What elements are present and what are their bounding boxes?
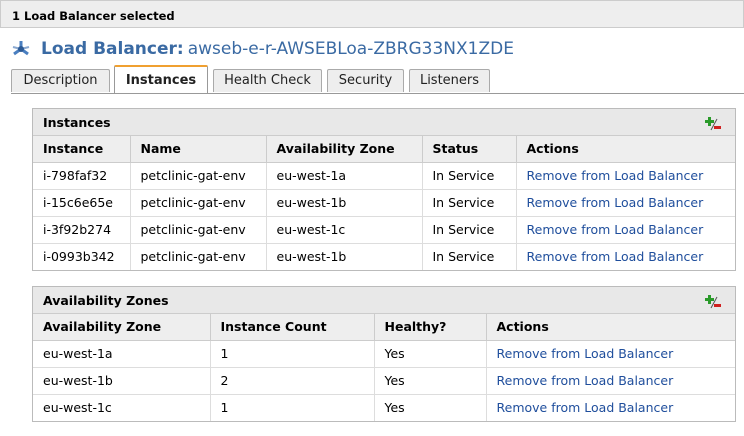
instance-zone: eu-west-1b bbox=[266, 243, 423, 270]
table-row: eu-west-1a 1 Yes Remove from Load Balanc… bbox=[33, 340, 735, 368]
instances-panel-header: Instances bbox=[33, 109, 735, 136]
column-header-healthy: Healthy? bbox=[374, 314, 487, 341]
column-header-availability-zone: Availability Zone bbox=[266, 136, 423, 163]
selection-text: 1 Load Balancer selected bbox=[12, 9, 175, 23]
zone-healthy: Yes bbox=[374, 340, 487, 368]
remove-zone-link[interactable]: Remove from Load Balancer bbox=[497, 400, 674, 415]
instance-zone: eu-west-1c bbox=[266, 216, 423, 244]
instances-panel-title: Instances bbox=[43, 115, 111, 130]
zones-table: Availability Zone Instance Count Healthy… bbox=[33, 314, 735, 421]
instance-name: petclinic-gat-env bbox=[130, 243, 267, 270]
instance-zone: eu-west-1b bbox=[266, 189, 423, 217]
column-header-instance-count: Instance Count bbox=[210, 314, 375, 341]
remove-zone-link[interactable]: Remove from Load Balancer bbox=[497, 373, 674, 388]
tab-description[interactable]: Description bbox=[11, 69, 110, 92]
load-balancer-name: awseb-e-r-AWSEBLoa-ZBRG33NX1ZDE bbox=[187, 39, 514, 59]
column-header-actions: Actions bbox=[486, 314, 735, 341]
load-balancer-icon bbox=[11, 39, 31, 59]
column-header-status: Status bbox=[422, 136, 517, 163]
zones-panel-header: Availability Zones bbox=[33, 287, 735, 314]
instance-status: In Service bbox=[422, 216, 517, 244]
remove-zone-link[interactable]: Remove from Load Balancer bbox=[497, 346, 674, 361]
instance-status: In Service bbox=[422, 162, 517, 190]
zone-healthy: Yes bbox=[374, 394, 487, 421]
zone-instance-count: 1 bbox=[210, 340, 375, 368]
zone-name: eu-west-1a bbox=[33, 340, 211, 368]
add-remove-icon[interactable] bbox=[705, 116, 721, 131]
column-header-name: Name bbox=[130, 136, 267, 163]
instance-status: In Service bbox=[422, 189, 517, 217]
column-header-instance: Instance bbox=[33, 136, 131, 163]
instance-status: In Service bbox=[422, 243, 517, 270]
remove-instance-link[interactable]: Remove from Load Balancer bbox=[527, 222, 704, 237]
instance-name: petclinic-gat-env bbox=[130, 162, 267, 190]
instance-zone: eu-west-1a bbox=[266, 162, 423, 190]
instance-name: petclinic-gat-env bbox=[130, 216, 267, 244]
tab-security[interactable]: Security bbox=[327, 69, 404, 92]
zone-name: eu-west-1c bbox=[33, 394, 211, 421]
zones-panel-title: Availability Zones bbox=[43, 293, 169, 308]
remove-instance-link[interactable]: Remove from Load Balancer bbox=[527, 168, 704, 183]
title-label: Load Balancer: bbox=[41, 39, 184, 59]
instance-id: i-15c6e65e bbox=[33, 189, 131, 217]
table-row: eu-west-1c 1 Yes Remove from Load Balanc… bbox=[33, 394, 735, 421]
zone-instance-count: 1 bbox=[210, 394, 375, 421]
column-header-availability-zone: Availability Zone bbox=[33, 314, 211, 341]
availability-zones-panel: Availability Zones Availability Zone Ins… bbox=[32, 286, 736, 422]
table-row: i-0993b342 petclinic-gat-env eu-west-1b … bbox=[33, 243, 735, 270]
tab-bar: Description Instances Health Check Secur… bbox=[11, 65, 744, 94]
add-remove-icon[interactable] bbox=[705, 294, 721, 309]
zone-name: eu-west-1b bbox=[33, 367, 211, 395]
remove-instance-link[interactable]: Remove from Load Balancer bbox=[527, 195, 704, 210]
instances-panel: Instances Instance Name Availability Zon… bbox=[32, 108, 736, 271]
instance-id: i-798faf32 bbox=[33, 162, 131, 190]
zone-healthy: Yes bbox=[374, 367, 487, 395]
instance-id: i-0993b342 bbox=[33, 243, 131, 270]
column-header-actions: Actions bbox=[516, 136, 735, 163]
zone-instance-count: 2 bbox=[210, 367, 375, 395]
table-row: i-15c6e65e petclinic-gat-env eu-west-1b … bbox=[33, 189, 735, 217]
page-title: Load Balancer: awseb-e-r-AWSEBLoa-ZBRG33… bbox=[11, 36, 514, 62]
table-row: i-798faf32 petclinic-gat-env eu-west-1a … bbox=[33, 162, 735, 190]
tab-listeners[interactable]: Listeners bbox=[409, 69, 490, 92]
table-row: i-3f92b274 petclinic-gat-env eu-west-1c … bbox=[33, 216, 735, 244]
tab-health-check[interactable]: Health Check bbox=[213, 69, 322, 92]
instance-id: i-3f92b274 bbox=[33, 216, 131, 244]
tab-instances[interactable]: Instances bbox=[114, 65, 208, 93]
table-row: eu-west-1b 2 Yes Remove from Load Balanc… bbox=[33, 367, 735, 395]
remove-instance-link[interactable]: Remove from Load Balancer bbox=[527, 249, 704, 264]
instances-table: Instance Name Availability Zone Status A… bbox=[33, 136, 735, 270]
selection-status-bar: 1 Load Balancer selected bbox=[0, 0, 744, 28]
instance-name: petclinic-gat-env bbox=[130, 189, 267, 217]
